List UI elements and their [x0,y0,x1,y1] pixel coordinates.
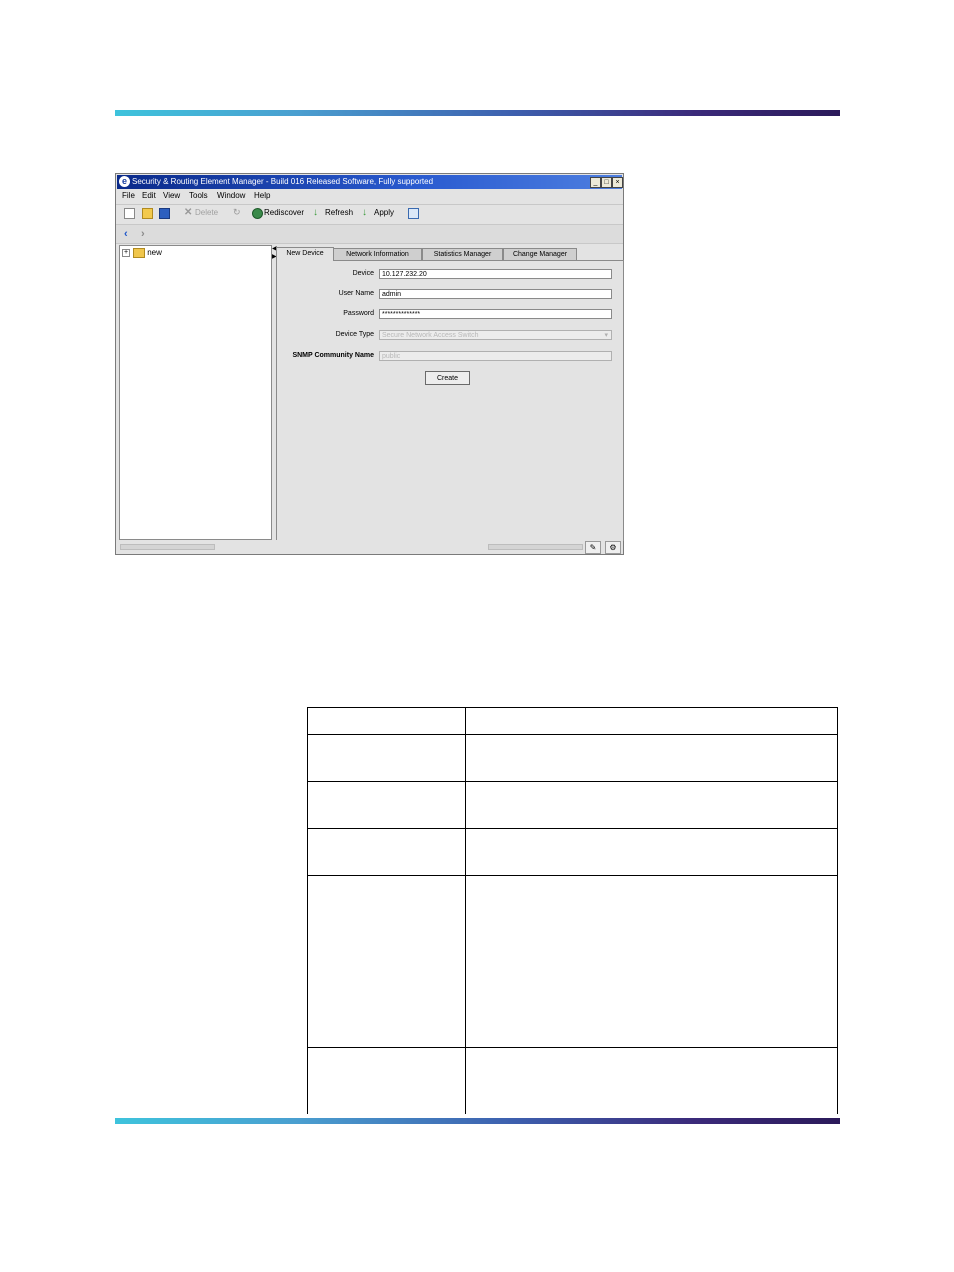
folder-icon [133,248,145,258]
table-row [307,707,838,708]
device-type-value: Secure Network Access Switch [382,332,479,339]
device-type-select[interactable]: Secure Network Access Switch ▾ [379,330,612,340]
menu-file[interactable]: File [122,191,135,200]
left-progress-bar [120,544,215,550]
right-progress-bar [488,544,583,550]
username-label: User Name [338,290,374,297]
new-device-panel: Device 10.127.232.20 User Name admin Pas… [276,260,624,541]
back-arrow-icon[interactable]: ‹ [124,228,128,240]
rediscover-icon[interactable] [252,208,263,219]
navigation-bar: ‹ › [116,224,623,244]
apply-label[interactable]: Apply [374,208,394,217]
header-rule [115,110,840,116]
delete-icon[interactable]: ✕ [184,208,193,218]
menu-edit[interactable]: Edit [142,191,156,200]
username-field[interactable]: admin [379,289,612,299]
device-field[interactable]: 10.127.232.20 [379,269,612,279]
app-window: e Security & Routing Element Manager - B… [115,173,624,555]
expand-icon[interactable]: + [122,249,130,257]
table-row [307,734,838,735]
forward-arrow-icon[interactable]: › [141,228,145,240]
close-button[interactable]: × [612,177,623,188]
menu-window[interactable]: Window [217,191,245,200]
new-file-icon[interactable] [124,208,135,219]
snmp-field[interactable]: public [379,351,612,361]
tree-node-label[interactable]: new [147,248,162,257]
app-logo-icon: e [119,176,130,187]
delete-label[interactable]: Delete [195,208,218,217]
menu-tools[interactable]: Tools [189,191,208,200]
menu-view[interactable]: View [163,191,180,200]
table-border-right [837,707,838,1114]
rediscover-label[interactable]: Rediscover [264,208,304,217]
password-field[interactable]: ************** [379,309,612,319]
menu-help[interactable]: Help [254,191,270,200]
tree-node-new[interactable]: + new [122,248,162,258]
settings-status-icon[interactable]: ⚙ [605,541,621,554]
edit-status-icon[interactable]: ✎ [585,541,601,554]
device-type-label: Device Type [335,331,374,338]
open-folder-icon[interactable] [142,208,153,219]
device-tree[interactable]: + new [119,245,272,540]
chevron-down-icon[interactable]: ▾ [604,331,608,339]
device-label: Device [352,270,374,277]
refresh-label[interactable]: Refresh [325,208,353,217]
snmp-label: SNMP Community Name [292,352,374,359]
toolbar: ✕ Delete ↻ Rediscover ↓ Refresh ↓ Apply [116,204,623,221]
refresh-disabled-icon[interactable]: ↻ [233,208,242,217]
table-row [307,781,838,782]
maximize-button[interactable]: □ [601,177,612,188]
title-bar: e Security & Routing Element Manager - B… [117,175,623,189]
create-button[interactable]: Create [425,371,470,385]
tab-new-device[interactable]: New Device [276,247,334,261]
status-bar: ✎ ⚙ [116,540,623,554]
refresh-icon[interactable]: ↓ [313,208,322,218]
table-row [307,828,838,829]
menu-bar: File Edit View Tools Window Help [116,190,623,202]
table-border-left [307,707,308,1114]
table-row [307,1047,838,1048]
minimize-button[interactable]: _ [590,177,601,188]
footer-rule [115,1118,840,1124]
password-label: Password [343,310,374,317]
save-icon[interactable] [159,208,170,219]
window-icon[interactable] [408,208,419,219]
table-column-divider [465,707,466,1114]
window-title: Security & Routing Element Manager - Bui… [132,177,434,186]
table-row [307,875,838,876]
apply-icon[interactable]: ↓ [362,208,371,218]
